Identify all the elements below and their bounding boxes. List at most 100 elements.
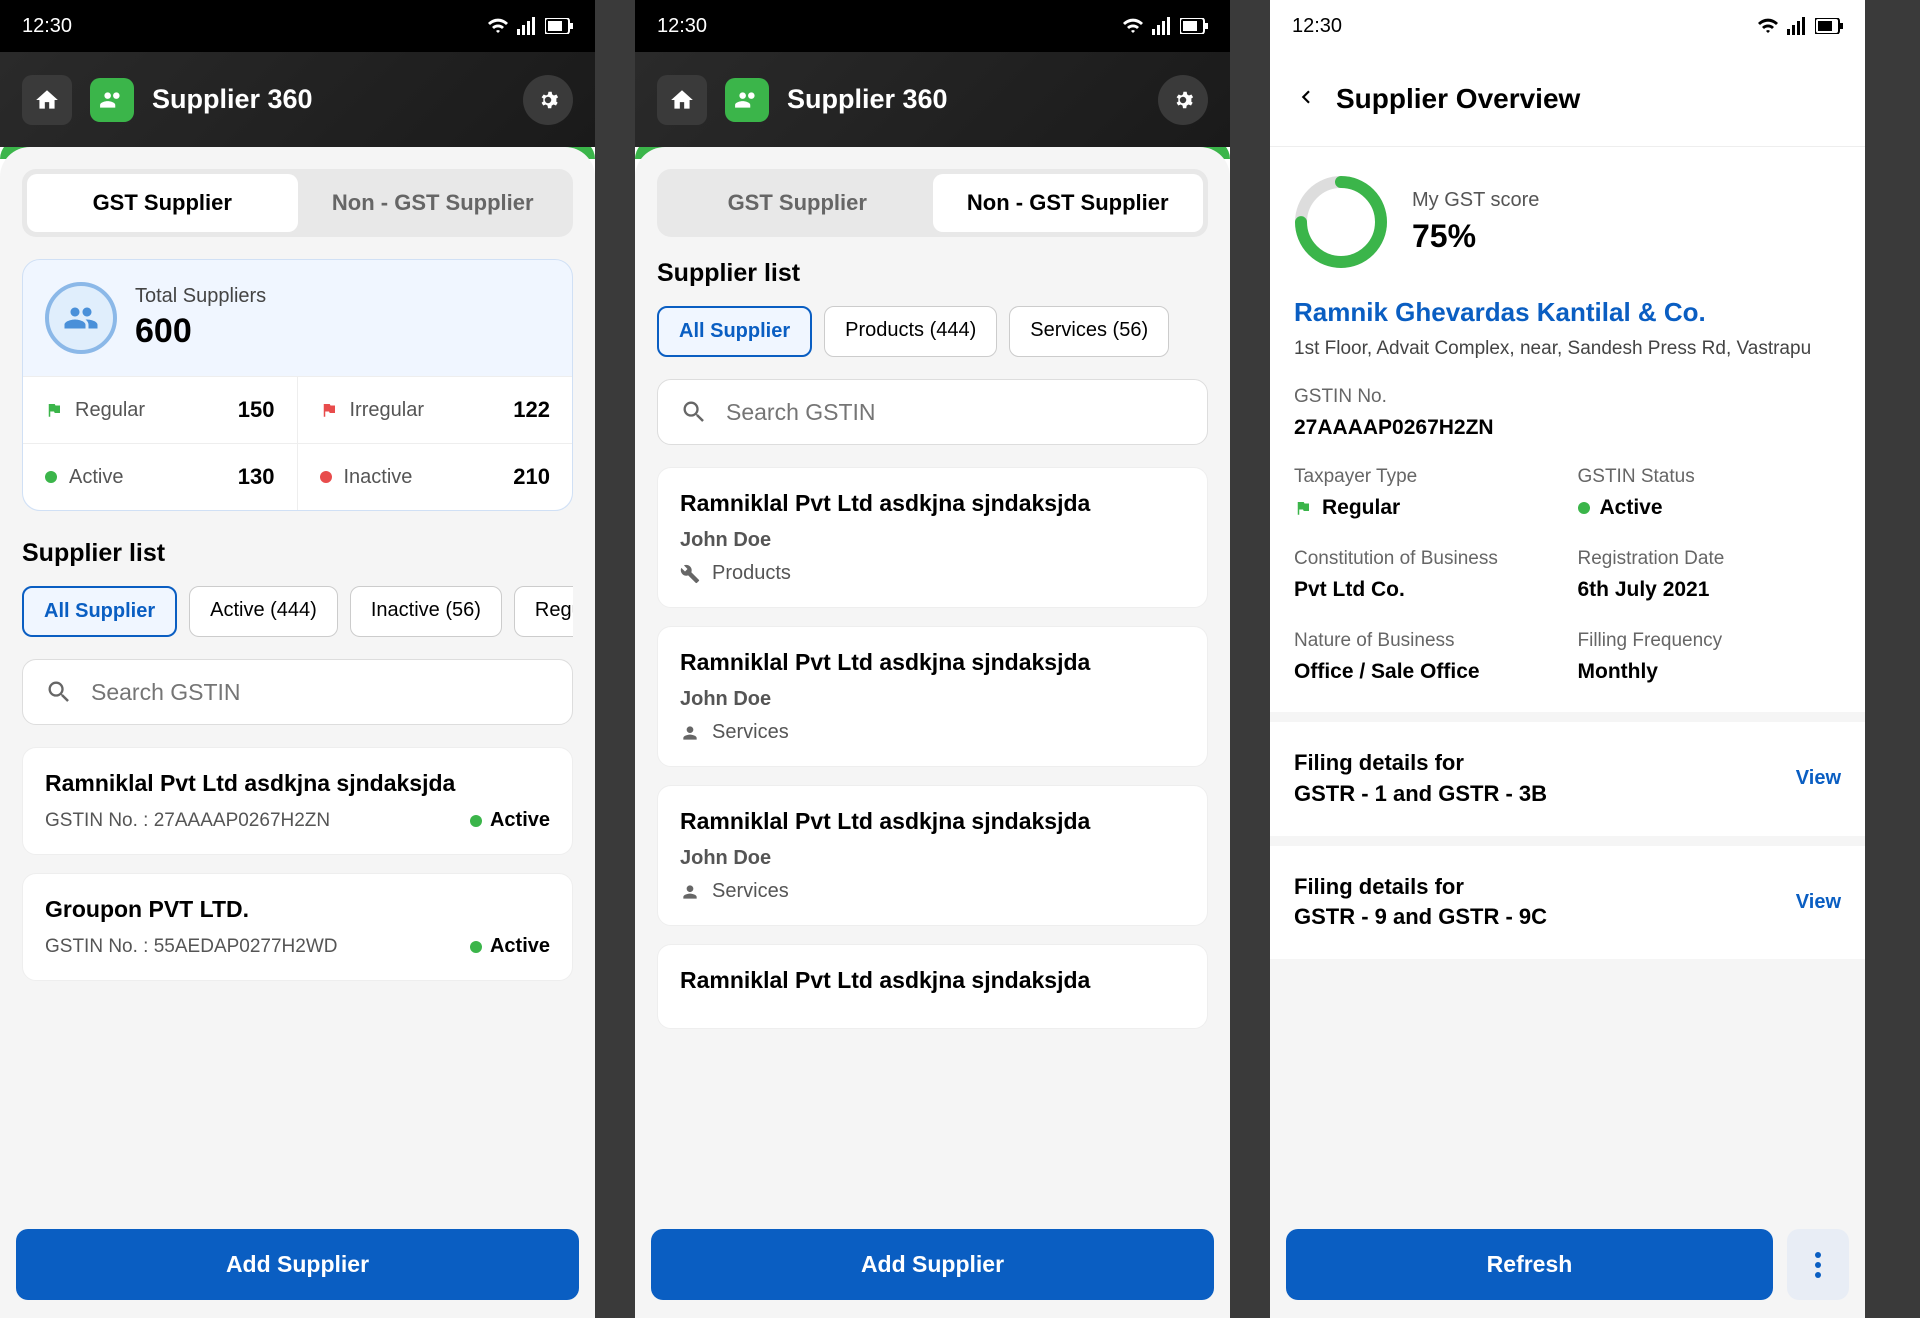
app-header: Supplier 360 xyxy=(635,52,1230,147)
supplier-name: Ramniklal Pvt Ltd asdkjna sjndaksjda xyxy=(680,490,1185,517)
app-logo xyxy=(725,78,769,122)
signal-icon xyxy=(1787,17,1807,35)
back-button[interactable] xyxy=(1292,84,1318,115)
app-title: Supplier 360 xyxy=(787,84,948,115)
tab-non-gst-supplier[interactable]: Non - GST Supplier xyxy=(298,174,569,232)
battery-icon xyxy=(1815,18,1843,34)
gst-score-label: My GST score xyxy=(1412,189,1539,212)
constitution-label: Constitution of Business xyxy=(1294,548,1558,570)
irregular-value: 122 xyxy=(513,397,550,423)
inactive-value: 210 xyxy=(513,464,550,490)
settings-button[interactable] xyxy=(1158,75,1208,125)
taxpayer-type-label: Taxpayer Type xyxy=(1294,466,1558,488)
company-name: Ramnik Ghevardas Kantilal & Co. xyxy=(1294,297,1841,328)
supplier-name: Groupon PVT LTD. xyxy=(45,896,550,923)
active-label: Active xyxy=(69,466,123,489)
people-icon xyxy=(63,300,99,336)
active-value: 130 xyxy=(238,464,275,490)
dot-icon xyxy=(1578,502,1590,514)
dot-inactive-icon xyxy=(320,471,332,483)
stat-inactive: Inactive 210 xyxy=(298,443,573,510)
status-time: 12:30 xyxy=(657,15,707,38)
search-box[interactable] xyxy=(22,659,573,725)
supplier-card[interactable]: Ramniklal Pvt Ltd asdkjna sjndaksjda GST… xyxy=(22,747,573,855)
chip-all-supplier[interactable]: All Supplier xyxy=(22,586,177,637)
status-time: 12:30 xyxy=(22,15,72,38)
supplier-name: Ramniklal Pvt Ltd asdkjna sjndaksjda xyxy=(680,649,1185,676)
chip-regular[interactable]: Regular xyxy=(514,586,573,637)
company-address: 1st Floor, Advait Complex, near, Sandesh… xyxy=(1294,338,1841,360)
dot-icon xyxy=(470,941,482,953)
more-button[interactable] xyxy=(1787,1229,1849,1300)
supplier-card[interactable]: Ramniklal Pvt Ltd asdkjna sjndaksjda Joh… xyxy=(657,626,1208,767)
overview-title: Supplier Overview xyxy=(1336,83,1580,115)
supplier-card[interactable]: Groupon PVT LTD. GSTIN No. : 55AEDAP0277… xyxy=(22,873,573,981)
search-input[interactable] xyxy=(91,679,550,706)
battery-icon xyxy=(545,18,573,34)
inactive-label: Inactive xyxy=(344,466,413,489)
dot-icon xyxy=(470,815,482,827)
regular-value: 150 xyxy=(238,397,275,423)
add-supplier-button[interactable]: Add Supplier xyxy=(16,1229,579,1300)
stat-irregular: Irregular 122 xyxy=(298,376,573,443)
nature-label: Nature of Business xyxy=(1294,630,1558,652)
status-time: 12:30 xyxy=(1292,15,1342,38)
search-icon xyxy=(680,398,708,426)
status-icons xyxy=(487,17,573,35)
gstin-label: GSTIN No. xyxy=(1294,386,1841,408)
chip-inactive[interactable]: Inactive (56) xyxy=(350,586,502,637)
total-suppliers-label: Total Suppliers xyxy=(135,285,266,308)
supplier-status: Active xyxy=(490,935,550,958)
filing-card-gstr1-3b[interactable]: Filing details for GSTR - 1 and GSTR - 3… xyxy=(1270,722,1865,836)
gstin-value: 27AAAAP0267H2ZN xyxy=(1294,416,1841,440)
tab-gst-supplier[interactable]: GST Supplier xyxy=(662,174,933,232)
chip-all-supplier[interactable]: All Supplier xyxy=(657,306,812,357)
supplier-card[interactable]: Ramniklal Pvt Ltd asdkjna sjndaksjda Joh… xyxy=(657,785,1208,926)
chevron-left-icon xyxy=(1292,84,1318,110)
gstin-status-value: Active xyxy=(1600,496,1663,520)
taxpayer-type-value: Regular xyxy=(1322,496,1400,520)
constitution-value: Pvt Ltd Co. xyxy=(1294,578,1558,602)
chip-services[interactable]: Services (56) xyxy=(1009,306,1169,357)
refresh-button[interactable]: Refresh xyxy=(1286,1229,1773,1300)
filing-line1: Filing details for xyxy=(1294,872,1547,903)
supplier-status: Active xyxy=(490,809,550,832)
content-area: GST Supplier Non - GST Supplier Total Su… xyxy=(0,147,595,1318)
screen-supplier-overview: 12:30 Supplier Overview My GST score 75%… xyxy=(1270,0,1865,1318)
tab-non-gst-supplier[interactable]: Non - GST Supplier xyxy=(933,174,1204,232)
wifi-icon xyxy=(487,17,509,35)
wrench-icon xyxy=(680,564,700,584)
settings-button[interactable] xyxy=(523,75,573,125)
add-supplier-button[interactable]: Add Supplier xyxy=(651,1229,1214,1300)
supplier-list-heading: Supplier list xyxy=(657,259,1208,288)
regdate-value: 6th July 2021 xyxy=(1578,578,1842,602)
regdate-label: Registration Date xyxy=(1578,548,1842,570)
supplier-type-label: Services xyxy=(712,721,789,744)
filing-card-gstr9-9c[interactable]: Filing details for GSTR - 9 and GSTR - 9… xyxy=(1270,846,1865,960)
search-input[interactable] xyxy=(726,399,1185,426)
home-button[interactable] xyxy=(22,75,72,125)
supplier-name: Ramniklal Pvt Ltd asdkjna sjndaksjda xyxy=(45,770,550,797)
regular-label: Regular xyxy=(75,399,145,422)
search-icon xyxy=(45,678,73,706)
signal-icon xyxy=(517,17,537,35)
flag-icon xyxy=(1294,499,1312,517)
stat-regular: Regular 150 xyxy=(23,376,298,443)
flag-icon xyxy=(45,401,63,419)
supplier-type-tabs: GST Supplier Non - GST Supplier xyxy=(657,169,1208,237)
supplier-type-label: Services xyxy=(712,880,789,903)
tab-gst-supplier[interactable]: GST Supplier xyxy=(27,174,298,232)
view-link[interactable]: View xyxy=(1796,767,1841,790)
chip-products[interactable]: Products (444) xyxy=(824,306,997,357)
supplier-card[interactable]: Ramniklal Pvt Ltd asdkjna sjndaksjda Joh… xyxy=(657,467,1208,608)
view-link[interactable]: View xyxy=(1796,891,1841,914)
home-button[interactable] xyxy=(657,75,707,125)
status-icons xyxy=(1122,17,1208,35)
stats-card: Total Suppliers 600 Regular 150 Irregula… xyxy=(22,259,573,511)
filter-chips: All Supplier Active (444) Inactive (56) … xyxy=(22,586,573,637)
chip-active[interactable]: Active (444) xyxy=(189,586,338,637)
search-box[interactable] xyxy=(657,379,1208,445)
supplier-type-label: Products xyxy=(712,562,791,585)
supplier-card[interactable]: Ramniklal Pvt Ltd asdkjna sjndaksjda xyxy=(657,944,1208,1029)
total-suppliers-value: 600 xyxy=(135,312,266,351)
